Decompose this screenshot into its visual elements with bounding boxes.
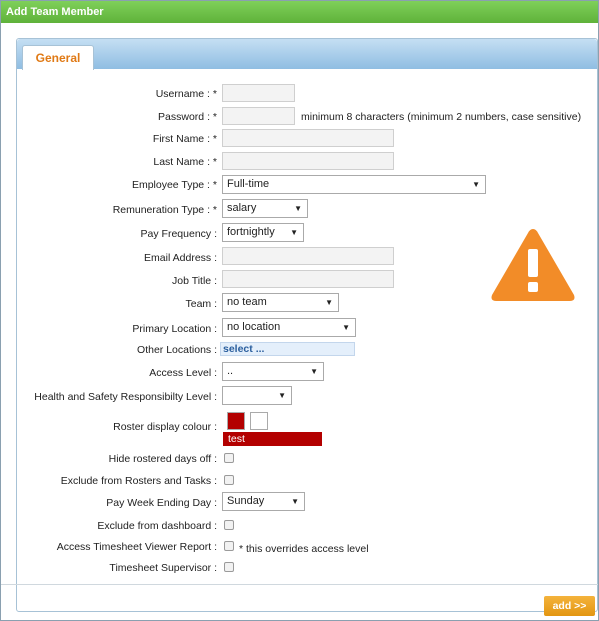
timesheet-viewer-checkbox[interactable]	[224, 541, 234, 551]
primary-location-label: Primary Location :	[132, 323, 217, 335]
warning-icon	[491, 229, 575, 301]
exclude-rosters-label: Exclude from Rosters and Tasks :	[60, 475, 217, 487]
roster-colour-label: Roster display colour :	[113, 421, 217, 433]
chevron-down-icon: ▼	[310, 367, 318, 376]
health-safety-select[interactable]: ▼	[222, 386, 292, 405]
access-level-label: Access Level :	[149, 367, 217, 379]
first-name-label: First Name : *	[152, 133, 217, 145]
last-name-label: Last Name : *	[153, 156, 217, 168]
first-name-input[interactable]	[222, 129, 394, 147]
add-team-member-dialog: Add Team Member General Username : * Pas…	[0, 0, 599, 621]
hide-rostered-label: Hide rostered days off :	[108, 453, 217, 465]
timesheet-supervisor-checkbox[interactable]	[224, 562, 234, 572]
chevron-down-icon: ▼	[342, 323, 350, 332]
footer-divider	[1, 584, 598, 585]
timesheet-viewer-label: Access Timesheet Viewer Report :	[56, 541, 217, 553]
chevron-down-icon: ▼	[325, 298, 333, 307]
employee-type-label: Employee Type : *	[131, 179, 217, 191]
pay-frequency-label: Pay Frequency :	[140, 228, 217, 240]
job-title-label: Job Title :	[172, 275, 217, 287]
password-label: Password : *	[158, 111, 217, 123]
job-title-input[interactable]	[222, 270, 394, 288]
employee-type-select[interactable]: Full-time ▼	[222, 175, 486, 194]
other-locations-label: Other Locations :	[137, 344, 217, 356]
pay-frequency-select[interactable]: fortnightly ▼	[222, 223, 304, 242]
timesheet-viewer-note: * this overrides access level	[239, 543, 369, 555]
chevron-down-icon: ▼	[291, 497, 299, 506]
timesheet-supervisor-label: Timesheet Supervisor :	[109, 562, 217, 574]
tab-general[interactable]: General	[22, 45, 94, 70]
password-hint: minimum 8 characters (minimum 2 numbers,…	[301, 111, 582, 123]
last-name-input[interactable]	[222, 152, 394, 170]
roster-colour-swatch[interactable]	[227, 412, 245, 430]
remuneration-type-select[interactable]: salary ▼	[222, 199, 308, 218]
access-level-select[interactable]: .. ▼	[222, 362, 324, 381]
pay-week-select[interactable]: Sunday ▼	[222, 492, 305, 511]
dialog-title: Add Team Member	[1, 1, 598, 23]
chevron-down-icon: ▼	[290, 228, 298, 237]
remuneration-type-label: Remuneration Type : *	[112, 204, 217, 216]
username-input[interactable]	[222, 84, 295, 102]
email-input[interactable]	[222, 247, 394, 265]
chevron-down-icon: ▼	[278, 391, 286, 400]
add-button[interactable]: add >>	[544, 596, 595, 616]
username-label: Username : *	[155, 88, 217, 100]
primary-location-select[interactable]: no location ▼	[222, 318, 356, 337]
chevron-down-icon: ▼	[294, 204, 302, 213]
pay-week-label: Pay Week Ending Day :	[106, 497, 217, 509]
exclude-rosters-checkbox[interactable]	[224, 475, 234, 485]
roster-text-colour-swatch[interactable]	[250, 412, 268, 430]
other-locations-selector[interactable]: select ...	[220, 342, 355, 356]
password-input[interactable]	[222, 107, 295, 125]
team-select[interactable]: no team ▼	[222, 293, 339, 312]
roster-colour-preview: test	[223, 432, 322, 446]
email-label: Email Address :	[144, 252, 217, 264]
exclude-dashboard-checkbox[interactable]	[224, 520, 234, 530]
chevron-down-icon: ▼	[472, 180, 480, 189]
hide-rostered-checkbox[interactable]	[224, 453, 234, 463]
team-label: Team :	[185, 298, 217, 310]
tab-bar: General	[17, 39, 597, 70]
health-safety-label: Health and Safety Responsibilty Level :	[34, 391, 217, 403]
exclude-dashboard-label: Exclude from dashboard :	[97, 520, 217, 532]
